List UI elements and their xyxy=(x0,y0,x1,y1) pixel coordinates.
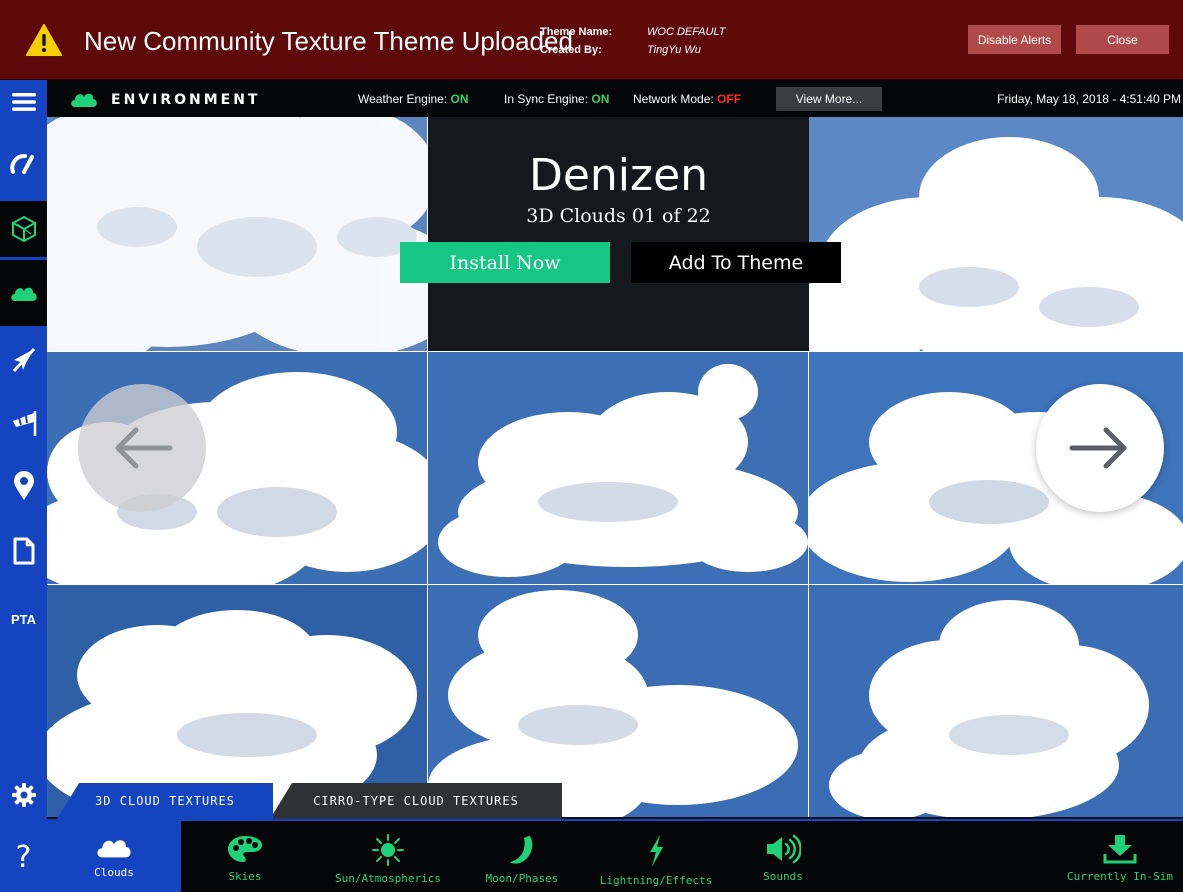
nav-skies-label: Skies xyxy=(228,870,262,883)
next-arrow-button[interactable] xyxy=(1036,384,1164,512)
sync-engine-status: In Sync Engine: ON xyxy=(504,92,610,106)
view-more-button[interactable]: View More... xyxy=(776,87,882,111)
sidebar-item-help[interactable]: ? xyxy=(0,834,47,880)
nav-currently-in-sim-label: Currently In-Sim xyxy=(1067,870,1173,883)
tab-3d-cloud-textures[interactable]: 3D CLOUD TEXTURES xyxy=(57,783,273,819)
lightning-icon xyxy=(650,835,663,867)
sidebar-item-menu[interactable] xyxy=(0,80,47,124)
nav-sounds-label: Sounds xyxy=(763,870,803,883)
sun-icon xyxy=(372,834,404,866)
disable-alerts-button[interactable]: Disable Alerts xyxy=(968,25,1061,54)
install-now-button[interactable]: Install Now xyxy=(400,242,610,283)
cloud-texture-tile[interactable] xyxy=(809,585,1183,817)
document-icon xyxy=(13,537,34,565)
theme-name-value: WOC DEFAULT xyxy=(647,26,726,38)
cloud-texture-tile[interactable] xyxy=(428,585,808,817)
nav-sounds[interactable]: Sounds xyxy=(753,821,813,892)
close-button[interactable]: Close xyxy=(1076,25,1169,54)
weather-engine-status: Weather Engine: ON xyxy=(358,92,469,106)
nav-sun-atmospherics-label: Sun/Atmospherics xyxy=(335,872,441,885)
gauge-icon xyxy=(9,154,34,174)
download-icon xyxy=(1103,835,1137,864)
weather-engine-value: ON xyxy=(450,92,469,106)
sidebar-item-gauge[interactable] xyxy=(0,138,47,188)
sync-engine-value: ON xyxy=(591,92,610,106)
cloud-texture-tile[interactable] xyxy=(47,585,427,817)
palette-icon xyxy=(228,836,262,862)
nav-clouds[interactable]: Clouds xyxy=(47,821,181,892)
cloud-icon xyxy=(71,93,97,107)
environment-app: New Community Texture Theme Uploaded The… xyxy=(0,0,1183,892)
featured-texture-panel: Denizen 3D Clouds 01 of 22 xyxy=(428,117,809,351)
help-icon: ? xyxy=(15,839,32,875)
alert-bar: New Community Texture Theme Uploaded The… xyxy=(0,0,1183,80)
sidebar-item-environment[interactable] xyxy=(0,260,47,326)
sidebar-item-windsock[interactable] xyxy=(0,398,47,448)
featured-texture-subtitle: 3D Clouds 01 of 22 xyxy=(526,205,711,227)
cloud-icon xyxy=(10,287,37,301)
cube-icon xyxy=(11,215,36,243)
cloud-icon xyxy=(97,840,131,858)
theme-name-label: Theme Name: xyxy=(540,26,613,38)
nav-lightning-effects-label: Lightning/Effects xyxy=(599,874,713,887)
network-mode-status: Network Mode: OFF xyxy=(633,92,742,106)
nav-lightning-effects[interactable]: Lightning/Effects xyxy=(591,821,721,892)
sidebar-item-cube[interactable] xyxy=(0,201,47,257)
cloud-texture-tile[interactable] xyxy=(47,117,427,351)
featured-texture-title: Denizen xyxy=(528,150,709,201)
nav-moon-phases-label: Moon/Phases xyxy=(485,872,559,885)
sidebar-item-location[interactable] xyxy=(0,460,47,512)
sidebar-item-document[interactable] xyxy=(0,526,47,576)
moon-icon xyxy=(510,836,533,864)
nav-sun-atmospherics[interactable]: Sun/Atmospherics xyxy=(321,821,455,892)
sidebar: PTA ? xyxy=(0,80,47,892)
section-title: ENVIRONMENT xyxy=(111,92,261,108)
nav-clouds-label: Clouds xyxy=(94,866,134,879)
speaker-icon xyxy=(767,834,801,864)
cloud-texture-tile[interactable] xyxy=(428,352,808,584)
alert-title: New Community Texture Theme Uploaded xyxy=(84,26,573,56)
warning-icon xyxy=(26,24,62,56)
cloud-texture-tile[interactable] xyxy=(809,117,1183,351)
created-by-value: TingYu Wu xyxy=(647,44,701,56)
previous-arrow-button[interactable] xyxy=(78,384,206,512)
sidebar-item-settings[interactable] xyxy=(0,775,47,815)
datetime: Friday, May 18, 2018 - 4:51:40 PM xyxy=(997,92,1181,106)
top-status-bar: ENVIRONMENT Weather Engine: ON In Sync E… xyxy=(47,80,1183,117)
menu-icon xyxy=(11,93,36,111)
location-pin-icon xyxy=(13,471,34,500)
arrow-right-icon xyxy=(1069,427,1127,469)
bottom-nav: Clouds Skies Sun/Atmospherics Moon/Phase… xyxy=(47,819,1183,892)
add-to-theme-button[interactable]: Add To Theme xyxy=(631,242,841,283)
nav-moon-phases[interactable]: Moon/Phases xyxy=(475,821,569,892)
windsock-icon xyxy=(12,411,36,436)
sidebar-item-airplane[interactable] xyxy=(0,336,47,384)
nav-currently-in-sim[interactable]: Currently In-Sim xyxy=(1059,821,1181,892)
tab-cirro-type-cloud-textures[interactable]: CIRRO-TYPE CLOUD TEXTURES xyxy=(270,783,562,819)
network-mode-value: OFF xyxy=(717,92,742,106)
gear-icon xyxy=(11,783,36,807)
airplane-icon xyxy=(12,347,35,373)
pta-label: PTA xyxy=(10,611,37,627)
arrow-left-icon xyxy=(115,427,173,469)
nav-skies[interactable]: Skies xyxy=(207,821,283,892)
created-by-label: Created By: xyxy=(540,44,602,56)
sidebar-item-pta[interactable]: PTA xyxy=(0,606,47,632)
